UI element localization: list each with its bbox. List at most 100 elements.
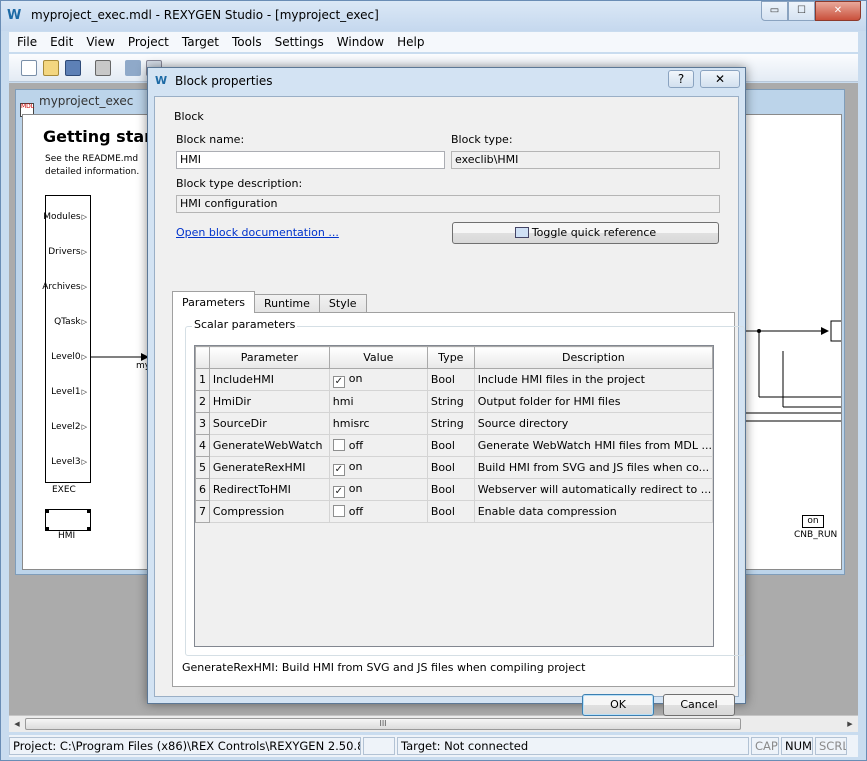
exec-port-archives: Archives: [42, 282, 87, 292]
exec-port-qtask: QTask: [54, 317, 87, 327]
menu-help[interactable]: Help: [397, 35, 424, 49]
toggle-quick-reference-button[interactable]: Toggle quick reference: [452, 222, 719, 244]
value-checkbox[interactable]: [332, 439, 345, 451]
column-header-description[interactable]: Description: [473, 346, 714, 369]
menu-project[interactable]: Project: [128, 35, 169, 49]
open-folder-icon[interactable]: [43, 60, 59, 76]
maximize-button[interactable]: ☐: [788, 1, 815, 21]
parameter-value[interactable]: ✓ on: [329, 368, 428, 391]
parameter-hint: GenerateRexHMI: Build HMI from SVG and J…: [182, 661, 586, 674]
hmi-block[interactable]: [45, 509, 91, 531]
row-number: 2: [195, 390, 210, 413]
row-number: 5: [195, 456, 210, 479]
table-row[interactable]: 4 GenerateWebWatch off Bool Generate WebWatc…: [195, 434, 714, 457]
tab-runtime[interactable]: Runtime: [253, 294, 320, 313]
exec-block[interactable]: Modules Drivers Archives QTask Level0 Le…: [42, 195, 91, 483]
value-checkbox[interactable]: [332, 505, 345, 517]
parameter-description: Build HMI from SVG and JS files when co.…: [474, 456, 714, 479]
cut-icon[interactable]: [125, 60, 141, 76]
dialog-title-bar: W Block properties ? ✕: [148, 68, 745, 92]
column-header-type[interactable]: Type: [426, 346, 475, 369]
table-row[interactable]: 5 GenerateRexHMI ✓ on Bool Build HMI from SVG…: [195, 456, 714, 479]
parameter-value[interactable]: off: [329, 500, 428, 523]
table-row[interactable]: 7 Compression off Bool Enable data compressi…: [195, 500, 714, 523]
parameter-value-text: hmi: [332, 395, 354, 408]
parameter-value[interactable]: off: [329, 434, 428, 457]
ok-button[interactable]: OK: [582, 694, 654, 716]
parameter-value-text: off: [348, 505, 364, 518]
tab-style[interactable]: Style: [318, 294, 367, 313]
parameter-type: Bool: [427, 368, 475, 391]
parameter-type: Bool: [427, 500, 475, 523]
parameter-name: GenerateRexHMI: [209, 456, 330, 479]
parameter-value[interactable]: ✓ on: [329, 456, 428, 479]
menu-view[interactable]: View: [86, 35, 114, 49]
parameter-description: Generate WebWatch HMI files from MDL ...: [474, 434, 714, 457]
new-file-icon[interactable]: [21, 60, 37, 76]
block-name-input[interactable]: HMI: [176, 151, 445, 169]
status-empty: [363, 737, 395, 755]
column-header-parameter[interactable]: Parameter: [208, 346, 330, 369]
save-icon[interactable]: [65, 60, 81, 76]
parameter-name: IncludeHMI: [209, 368, 330, 391]
parameter-value[interactable]: hmisrc: [329, 412, 428, 435]
parameter-value-text: on: [348, 459, 363, 473]
block-name-label: Block name:: [176, 133, 245, 146]
parameter-value-text: on: [348, 481, 363, 495]
value-checkbox[interactable]: ✓: [332, 485, 345, 498]
exec-port-level3: Level3: [51, 457, 87, 467]
menu-tools[interactable]: Tools: [232, 35, 262, 49]
menu-file[interactable]: File: [17, 35, 37, 49]
dialog-title: Block properties: [175, 74, 273, 88]
table-row[interactable]: 6 RedirectToHMI ✓ on Bool Webserver will auto…: [195, 478, 714, 501]
menu-window[interactable]: Window: [337, 35, 384, 49]
dialog-logo-icon: W: [155, 74, 167, 87]
type-description-field: HMI configuration: [176, 195, 720, 213]
block-group-label: Block: [174, 110, 204, 123]
close-button[interactable]: ✕: [815, 1, 861, 21]
table-row[interactable]: 2 HmiDir hmi String Output folder for HMI fi…: [195, 390, 714, 413]
table-row[interactable]: 1 IncludeHMI ✓ on Bool Include HMI files in t…: [195, 368, 714, 391]
parameter-type: Bool: [427, 434, 475, 457]
exec-port-modules: Modules: [43, 212, 87, 222]
exec-port-level0: Level0: [51, 352, 87, 362]
parameter-name: RedirectToHMI: [209, 478, 330, 501]
minimize-button[interactable]: ▭: [761, 1, 788, 21]
menu-target[interactable]: Target: [182, 35, 219, 49]
parameter-name: GenerateWebWatch: [209, 434, 330, 457]
parameter-value[interactable]: ✓ on: [329, 478, 428, 501]
menu-settings[interactable]: Settings: [275, 35, 324, 49]
column-header-rownum: [195, 346, 210, 369]
hmi-block-label: HMI: [58, 531, 76, 541]
status-bar: Project: C:\Program Files (x86)\REX Cont…: [9, 735, 858, 757]
print-icon[interactable]: [95, 60, 111, 76]
value-checkbox[interactable]: ✓: [332, 375, 345, 388]
status-num: NUM: [781, 737, 813, 755]
parameters-table: Parameter Value Type Description 1 Includ…: [194, 345, 714, 647]
horizontal-scrollbar[interactable]: ◀ III ▶: [9, 715, 858, 732]
parameter-value-text: on: [348, 371, 363, 385]
table-row[interactable]: 3 SourceDir hmisrc String Source directory: [195, 412, 714, 435]
tab-parameters[interactable]: Parameters: [172, 291, 255, 313]
help-button[interactable]: ?: [668, 70, 694, 88]
parameter-type: String: [427, 390, 475, 413]
dialog-close-button[interactable]: ✕: [700, 70, 740, 88]
menu-edit[interactable]: Edit: [50, 35, 73, 49]
parameters-panel: Scalar parameters Parameter Value Type D…: [172, 312, 745, 687]
column-header-value[interactable]: Value: [328, 346, 428, 369]
status-scrl: SCRL: [815, 737, 847, 755]
scrollbar-thumb[interactable]: III: [25, 718, 741, 730]
scroll-left-icon[interactable]: ◀: [10, 718, 24, 730]
scroll-right-icon[interactable]: ▶: [843, 718, 857, 730]
on-block[interactable]: on: [802, 515, 824, 528]
cancel-button[interactable]: Cancel: [663, 694, 735, 716]
open-documentation-link[interactable]: Open block documentation ...: [176, 226, 339, 239]
dialog-body: Block Block name: HMI Block type: execli…: [154, 96, 745, 716]
parameters-table-body: 1 IncludeHMI ✓ on Bool Include HMI files in t…: [195, 368, 714, 523]
parameter-type: String: [427, 412, 475, 435]
exec-port-level2: Level2: [51, 422, 87, 432]
parameter-description: Source directory: [474, 412, 714, 435]
value-checkbox[interactable]: ✓: [332, 463, 345, 476]
parameter-value[interactable]: hmi: [329, 390, 428, 413]
type-description-label: Block type description:: [176, 177, 303, 190]
